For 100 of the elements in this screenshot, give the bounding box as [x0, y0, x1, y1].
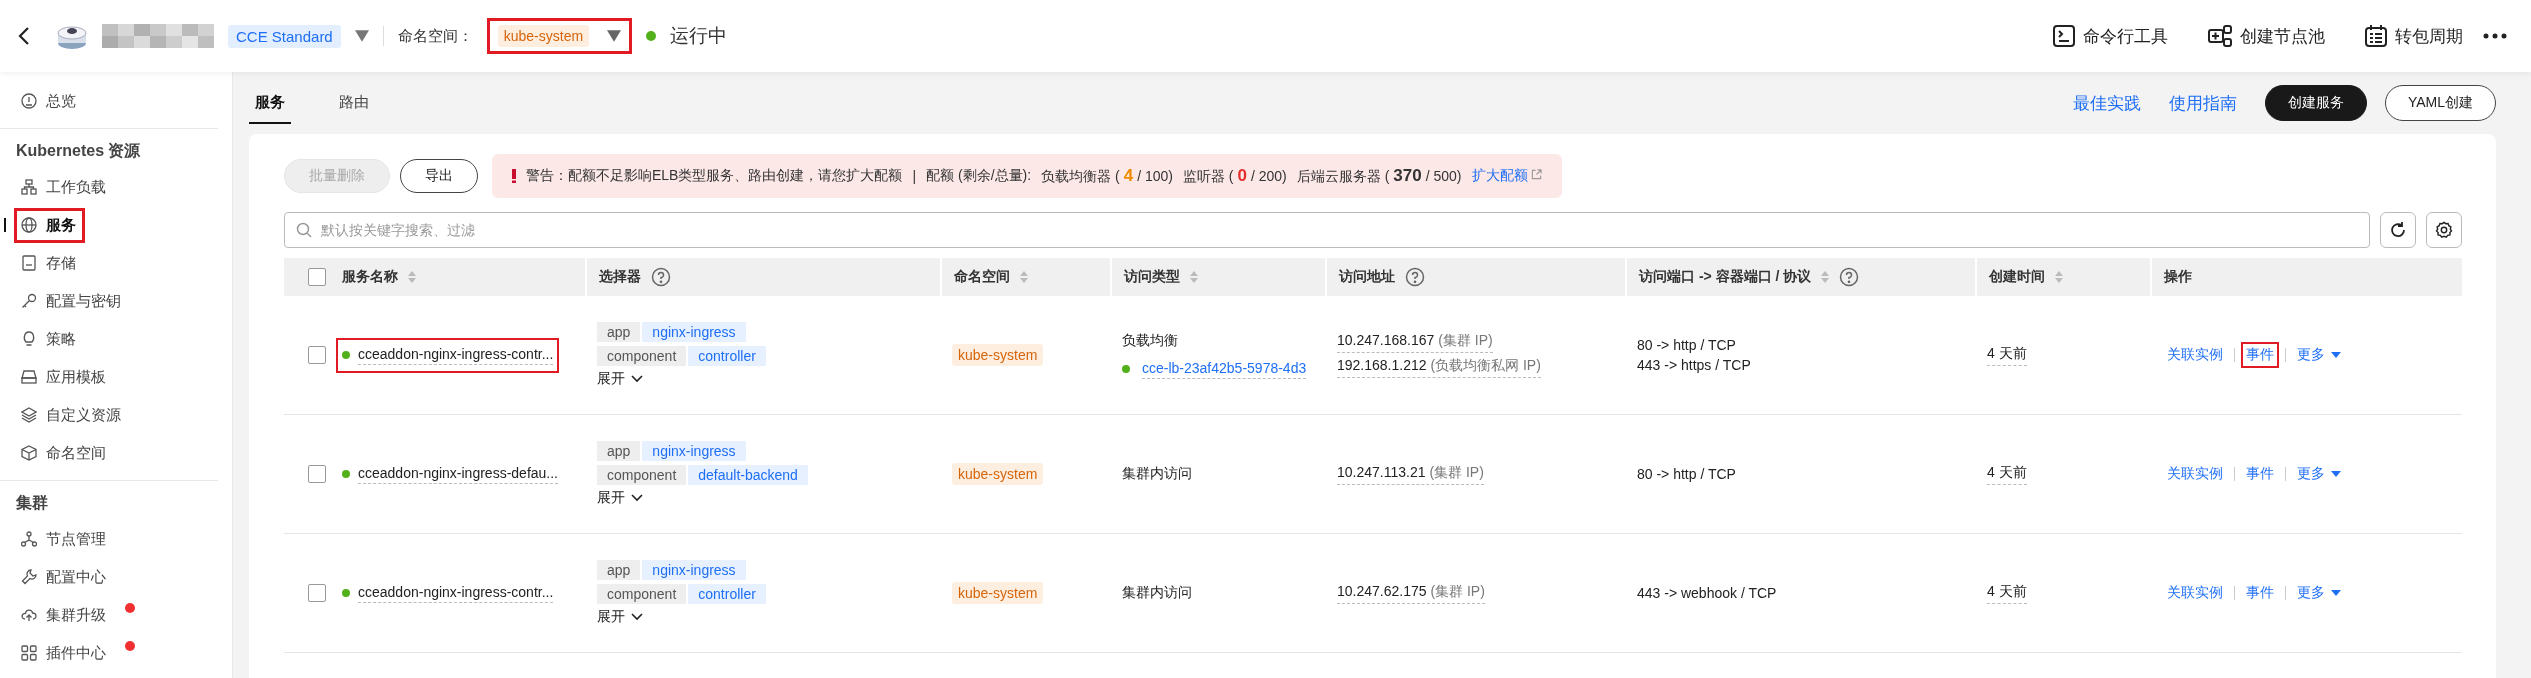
sidebar-item[interactable]: 配置中心 — [14, 559, 115, 595]
toolbar-action[interactable]: 命令行工具 — [2047, 23, 2174, 49]
sidebar-item[interactable]: 命名空间 — [14, 435, 115, 471]
sidebar-item[interactable]: 总览 — [14, 83, 85, 119]
back-icon[interactable] — [18, 26, 30, 46]
sidebar-item[interactable]: 集群升级 — [14, 597, 115, 633]
sort-icon[interactable] — [1020, 270, 1028, 284]
sidebar-item[interactable]: 策略 — [14, 321, 85, 357]
sidebar-item[interactable]: 自定义资源 — [14, 397, 130, 433]
access-type: 集群内访问 — [1122, 465, 1192, 483]
row-action-link[interactable]: 事件 — [2241, 580, 2279, 606]
tab[interactable]: 路由 — [333, 82, 375, 124]
label-key: component — [597, 346, 687, 366]
sort-icon[interactable] — [408, 270, 416, 284]
sidebar-item[interactable]: 存储 — [14, 245, 85, 281]
expand-quota-link[interactable]: 扩大配额 — [1471, 167, 1543, 185]
sort-icon[interactable] — [1190, 270, 1198, 284]
row-action-link[interactable]: 更多 — [2292, 580, 2346, 606]
expand-toggle[interactable]: 展开 — [597, 370, 643, 388]
select-all-checkbox[interactable] — [308, 268, 326, 286]
key-icon — [21, 293, 37, 309]
created-time: 4 天前 — [1987, 463, 2027, 485]
sidebar-item[interactable]: 配置与密钥 — [14, 283, 130, 319]
calendar-icon — [2365, 25, 2387, 47]
port-mapping: 80 -> http / TCP — [1637, 337, 1736, 353]
caret-icon — [2331, 590, 2341, 596]
quota-name: 监听器 ( — [1182, 168, 1234, 186]
refresh-button[interactable] — [2380, 212, 2416, 248]
tab[interactable]: 服务 — [249, 82, 291, 124]
create-button[interactable]: 创建服务 — [2264, 85, 2367, 121]
service-name[interactable]: cceaddon-nginx-ingress-contr... — [358, 345, 554, 365]
chevron-down-icon — [631, 613, 643, 621]
help-icon[interactable] — [1405, 267, 1425, 287]
cluster-status: 运行中 — [670, 24, 728, 48]
label-value: controller — [688, 346, 766, 366]
load-balancer-link[interactable]: cce-lb-23af42b5-5978-4d3 — [1142, 359, 1307, 379]
wrench-icon — [21, 569, 37, 585]
sidebar-item[interactable]: 服务 — [14, 207, 85, 243]
sidebar-item[interactable]: 工作负载 — [14, 169, 115, 205]
row-action-link[interactable]: 关联实例 — [2162, 580, 2228, 606]
gauge-icon — [21, 93, 37, 109]
cloud-upload-icon — [21, 607, 37, 623]
more-icon[interactable] — [2483, 33, 2507, 39]
column-header: 创建时间 — [1989, 268, 2045, 286]
row-checkbox[interactable] — [308, 465, 326, 483]
row-action-link[interactable]: 更多 — [2292, 461, 2346, 487]
toolbar-button[interactable]: 导出 — [400, 159, 478, 193]
sort-icon[interactable] — [2055, 270, 2063, 284]
created-time: 4 天前 — [1987, 344, 2027, 366]
quota-remaining: 0 — [1237, 166, 1247, 186]
sidebar-item[interactable]: 节点管理 — [14, 521, 115, 557]
access-address: 10.247.113.21 (集群 IP) — [1337, 463, 1484, 485]
access-address: 192.168.1.212 (负载均衡私网 IP) — [1337, 357, 1541, 378]
section-title: Kubernetes 资源 — [15, 141, 142, 161]
toolbar-action[interactable]: 创建节点池 — [2202, 23, 2331, 49]
sidebar-item[interactable]: 应用模板 — [14, 359, 115, 395]
refresh-icon — [2389, 221, 2407, 239]
label-key: app — [597, 441, 641, 461]
row-action-link[interactable]: 事件 — [2241, 342, 2279, 368]
sort-icon[interactable] — [1821, 270, 1830, 284]
warning-icon — [512, 169, 516, 183]
access-type: 负载均衡 — [1122, 331, 1178, 350]
row-action-link[interactable]: 事件 — [2241, 461, 2279, 487]
row-checkbox[interactable] — [308, 584, 326, 602]
sidebar-item[interactable]: 插件中心 — [14, 635, 115, 671]
expand-toggle[interactable]: 展开 — [597, 608, 643, 626]
label-value: controller — [688, 584, 766, 604]
column-header: 选择器 — [599, 268, 641, 286]
toolbar-action[interactable]: 转包周期 — [2359, 23, 2469, 49]
column-header: 访问端口 -> 容器端口 / 协议 — [1639, 268, 1812, 286]
dropdown-icon[interactable] — [354, 30, 369, 42]
label-key: component — [597, 584, 687, 604]
row-action-link[interactable]: 关联实例 — [2162, 461, 2228, 487]
service-name[interactable]: cceaddon-nginx-ingress-defau... — [358, 464, 558, 484]
help-icon[interactable] — [651, 267, 671, 287]
expand-toggle[interactable]: 展开 — [597, 489, 643, 507]
caret-icon — [2331, 471, 2341, 477]
row-checkbox[interactable] — [308, 346, 326, 364]
column-header: 访问类型 — [1124, 268, 1180, 286]
port-mapping: 443 -> webhook / TCP — [1637, 585, 1777, 601]
lightbulb-icon — [21, 331, 37, 347]
search-field[interactable]: 默认按关键字搜索、过滤 — [284, 212, 2370, 248]
settings-button[interactable] — [2426, 212, 2462, 248]
namespace-tag: kube-system — [952, 582, 1044, 604]
service-name[interactable]: cceaddon-nginx-ingress-contr... — [358, 583, 554, 603]
cube-icon — [21, 445, 37, 461]
help-icon[interactable] — [1839, 267, 1860, 287]
row-action-link[interactable]: 更多 — [2292, 342, 2346, 368]
status-dot-icon — [342, 589, 350, 597]
status-dot-icon — [342, 351, 350, 359]
help-link[interactable]: 使用指南 — [2168, 91, 2237, 115]
caret-icon — [2331, 352, 2341, 358]
nodes-icon — [21, 531, 37, 547]
access-address: 10.247.168.167 (集群 IP) — [1337, 332, 1493, 353]
create-button[interactable]: YAML创建 — [2384, 85, 2496, 121]
row-action-link[interactable]: 关联实例 — [2162, 342, 2228, 368]
column-header: 访问地址 — [1339, 268, 1395, 286]
status-dot-icon — [646, 31, 657, 41]
status-dot-icon — [1122, 365, 1130, 373]
help-link[interactable]: 最佳实践 — [2072, 91, 2141, 115]
